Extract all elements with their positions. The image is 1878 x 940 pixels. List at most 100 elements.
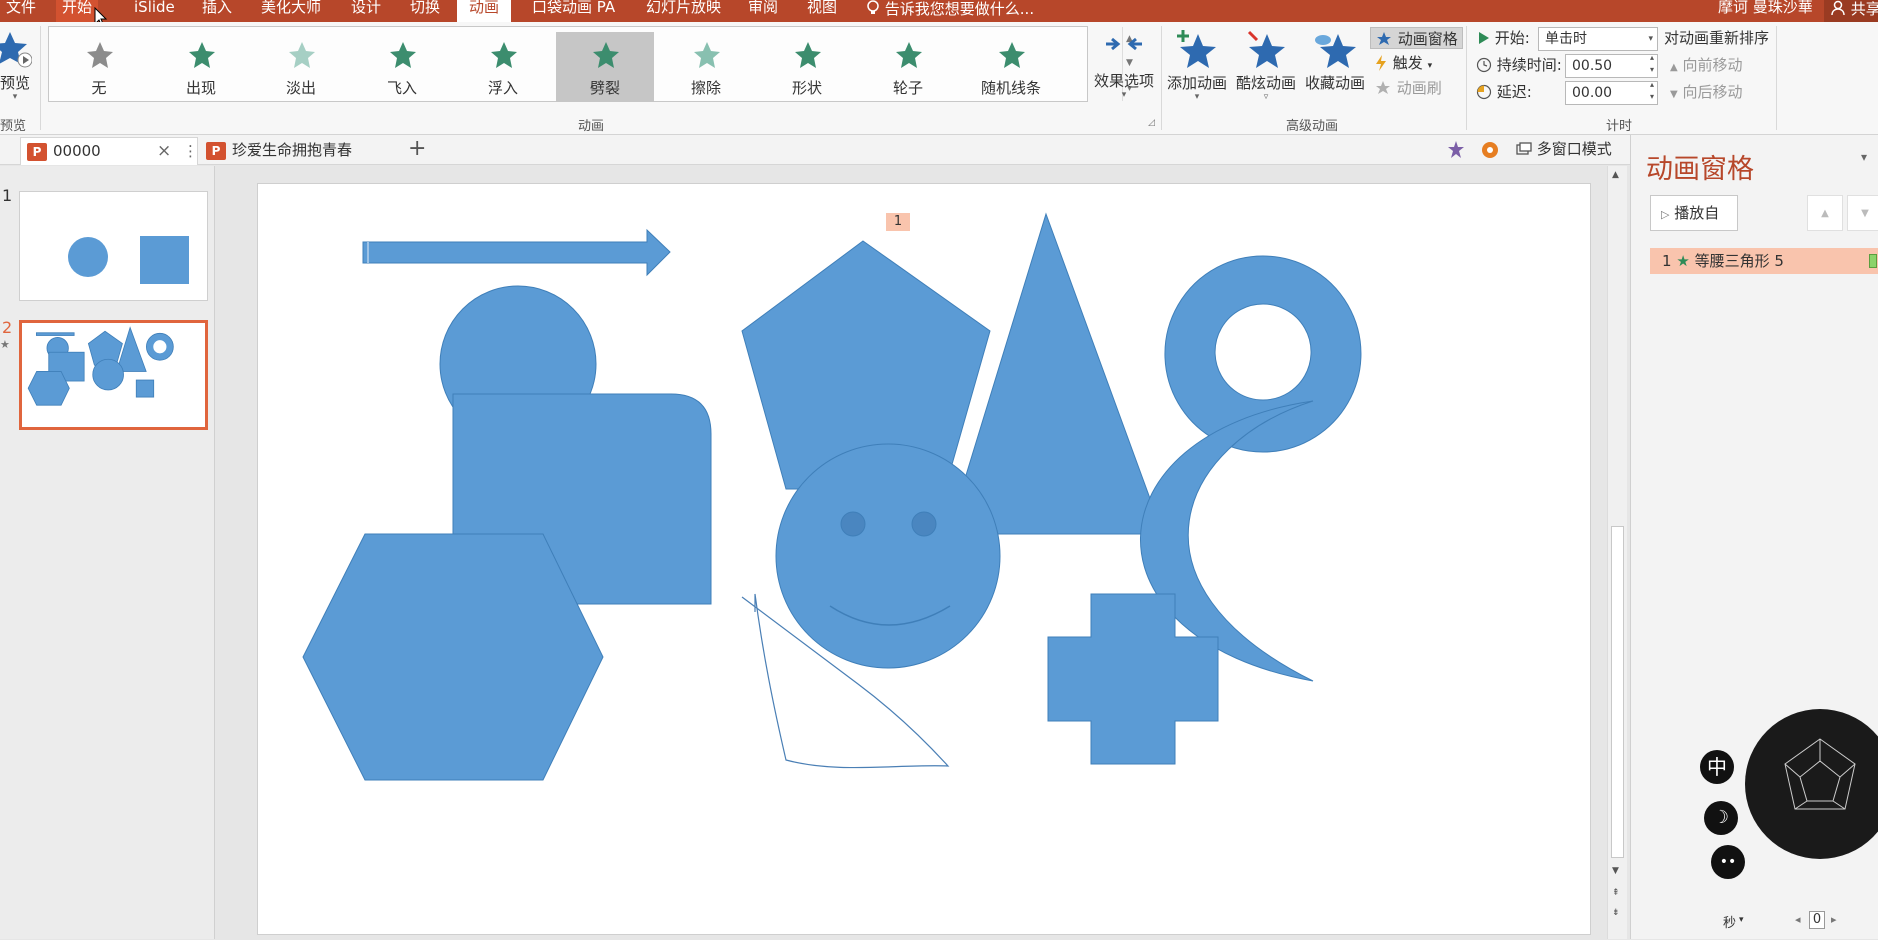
- slide-canvas: 1: [257, 183, 1591, 935]
- move-later-button[interactable]: ▼ 向后移动: [1670, 81, 1743, 103]
- vertical-scrollbar[interactable]: ▲ ▼ ⇞ ⇟: [1607, 166, 1627, 939]
- gallery-item-2[interactable]: 淡出: [252, 32, 350, 102]
- delay-stepper-icon[interactable]: ▴ ▾: [1650, 79, 1654, 103]
- tell-me-box[interactable]: 告诉我您想要做什么...: [866, 0, 1034, 22]
- isosceles-triangle-shape[interactable]: [947, 212, 1164, 535]
- effect-options-button[interactable]: 效果选项 ▾: [1090, 26, 1158, 112]
- gallery-item-4[interactable]: 浮入: [454, 32, 552, 102]
- delay-clock-icon: [1476, 84, 1492, 100]
- gallery-item-8[interactable]: 轮子: [859, 32, 957, 102]
- menu-file[interactable]: 文件: [6, 0, 36, 22]
- animation-pane-button[interactable]: 动画窗格: [1370, 27, 1463, 49]
- smiley-face-shape[interactable]: [775, 443, 1001, 669]
- multi-window-button[interactable]: 多窗口模式: [1516, 138, 1612, 160]
- geometric-globe-icon[interactable]: [1745, 709, 1878, 859]
- scroll-down-icon[interactable]: ▼: [1612, 866, 1619, 876]
- pane-move-up-icon[interactable]: ▲: [1807, 195, 1843, 231]
- preview-dropdown-icon[interactable]: ▾: [0, 93, 32, 102]
- animation-order-badge[interactable]: 1: [886, 213, 910, 231]
- add-animation-button[interactable]: 添加动画 ▾: [1164, 26, 1230, 112]
- menu-islide[interactable]: iSlide: [134, 0, 175, 22]
- animation-dialog-launcher-icon[interactable]: ◿: [1148, 118, 1155, 128]
- gallery-item-label: 形状: [791, 79, 822, 97]
- gallery-item-5[interactable]: 劈裂: [556, 32, 654, 102]
- effect-options-arrows-icon: [1106, 37, 1142, 51]
- zoom-left-icon[interactable]: ◂: [1795, 913, 1801, 926]
- hexagon-shape[interactable]: [302, 533, 604, 781]
- arrow-shape[interactable]: [362, 228, 671, 277]
- gallery-item-label: 浮入: [487, 79, 518, 97]
- settings-gear-icon[interactable]: [1480, 140, 1500, 164]
- menu-animations[interactable]: 动画: [457, 0, 512, 22]
- zoom-right-icon[interactable]: ▸: [1831, 913, 1837, 926]
- tab-menu-icon[interactable]: ⋮: [183, 138, 198, 164]
- gallery-item-3[interactable]: 飞入: [353, 32, 451, 102]
- tab-doc-00000-label: 00000: [53, 142, 101, 160]
- animation-star-icon: [390, 42, 416, 68]
- start-select[interactable]: 单击时 ▾: [1538, 27, 1658, 51]
- trigger-button[interactable]: 触发 ▾: [1374, 52, 1432, 74]
- animation-star-icon: [999, 42, 1025, 68]
- cool-animation-button[interactable]: 酷炫动画 ▿: [1233, 26, 1299, 112]
- slide-2-preview: [27, 326, 174, 406]
- move-earlier-label: 向前移动: [1682, 56, 1743, 74]
- tab-doc-2-label: 珍爱生命拥抱青春: [232, 141, 353, 159]
- next-slide-icon[interactable]: ⇟: [1612, 908, 1620, 918]
- lightning-icon: [1376, 55, 1386, 71]
- multi-window-label: 多窗口模式: [1536, 140, 1612, 158]
- delay-label: 延迟:: [1496, 83, 1532, 101]
- user-name[interactable]: 摩诃 曼珠沙華: [1718, 0, 1813, 22]
- share-button[interactable]: 共享: [1824, 0, 1878, 22]
- gallery-item-7[interactable]: 形状: [758, 32, 856, 102]
- play-from-button[interactable]: ▷ 播放自: [1650, 195, 1738, 231]
- duration-stepper-icon[interactable]: ▴ ▾: [1650, 52, 1654, 76]
- pane-move-down-icon[interactable]: ▼: [1847, 195, 1878, 231]
- gallery-item-1[interactable]: 出现: [152, 32, 250, 102]
- tab-overflow[interactable]: [0, 137, 10, 165]
- duration-spinner[interactable]: 00.50 ▴ ▾: [1565, 52, 1658, 78]
- slide-thumbnail-2[interactable]: [19, 320, 208, 430]
- menu-home[interactable]: 开始: [56, 0, 99, 22]
- animation-gallery: 无出现 淡出 飞入 浮入 劈裂 擦除 形状 轮子 随机线条 ▲ ▼ ▾: [48, 26, 1133, 102]
- animation-painter-button[interactable]: 动画刷: [1374, 77, 1442, 99]
- menu-view[interactable]: 视图: [807, 0, 837, 22]
- start-row: 开始:: [1478, 27, 1530, 49]
- gallery-item-label: 轮子: [892, 79, 923, 97]
- slide-thumbnail-1[interactable]: [19, 191, 208, 301]
- gallery-item-6[interactable]: 擦除: [657, 32, 755, 102]
- preview-button[interactable]: 预览 ▾: [0, 26, 32, 112]
- menu-review[interactable]: 审阅: [748, 0, 778, 22]
- menu-design[interactable]: 设计: [351, 0, 381, 22]
- gallery-item-9[interactable]: 随机线条: [962, 32, 1060, 102]
- seconds-label: 秒: [1723, 916, 1737, 931]
- moon-icon[interactable]: ☽: [1704, 801, 1738, 835]
- scrollbar-thumb[interactable]: [1611, 526, 1624, 858]
- tab-doc-2[interactable]: P 珍爱生命拥抱青春: [200, 137, 402, 165]
- add-animation-star-icon: [1177, 30, 1216, 68]
- move-earlier-button[interactable]: ▲ 向前移动: [1670, 54, 1743, 76]
- zoom-value[interactable]: 0: [1809, 911, 1825, 929]
- scroll-up-icon[interactable]: ▲: [1612, 170, 1619, 180]
- tab-doc-00000[interactable]: P 00000 × ⋮: [20, 137, 198, 165]
- pane-options-icon[interactable]: ▾: [1861, 150, 1867, 164]
- lightbulb-icon: [867, 0, 879, 14]
- play-icon: [1479, 32, 1489, 44]
- animation-list-item[interactable]: 1 ★ 等腰三角形 5: [1650, 248, 1878, 274]
- menu-insert[interactable]: 插入: [202, 0, 232, 22]
- dots-icon[interactable]: ••: [1711, 845, 1745, 879]
- new-tab-plus-icon[interactable]: +: [408, 138, 428, 162]
- ime-badge[interactable]: 中: [1700, 750, 1734, 784]
- menu-pocket-animation[interactable]: 口袋动画 PA: [532, 0, 615, 22]
- magic-icon[interactable]: [1446, 140, 1466, 164]
- play-from-label: 播放自: [1674, 204, 1720, 222]
- delay-spinner[interactable]: 00.00 ▴ ▾: [1565, 79, 1658, 105]
- animation-item-index: 1: [1662, 252, 1672, 270]
- close-tab-icon[interactable]: ×: [157, 138, 171, 164]
- collect-animation-button[interactable]: 收藏动画: [1302, 26, 1368, 112]
- seconds-dropdown-icon[interactable]: ▾: [1739, 915, 1744, 925]
- menu-slideshow[interactable]: 幻灯片放映: [646, 0, 721, 22]
- menu-transitions[interactable]: 切换: [410, 0, 440, 22]
- menu-meihua[interactable]: 美化大师: [261, 0, 321, 22]
- gallery-item-0[interactable]: 无: [50, 32, 148, 102]
- previous-slide-icon[interactable]: ⇞: [1612, 888, 1620, 898]
